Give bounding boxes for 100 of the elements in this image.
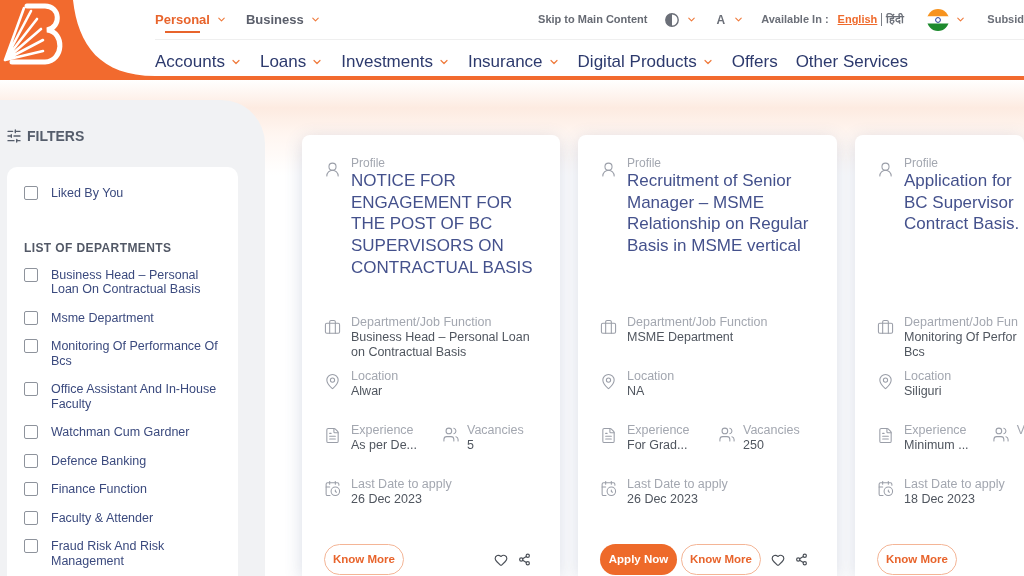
job-title[interactable]: Application for BC Supervisor Contract Basis. [904,170,1020,236]
filters-title: FILTERS [27,126,85,146]
nav-link[interactable]: Subsid [987,11,1024,28]
checkbox[interactable] [24,425,38,439]
map-pin-icon [600,373,617,390]
checkbox[interactable] [24,186,38,200]
field-value: Business Head – Personal Loan on Contractual Basis [351,330,531,360]
filter-option-label[interactable]: Business Head – Personal Loan On Contractual Basis [51,267,227,297]
field-label: Last Date to apply [351,477,452,492]
nav-menu-item[interactable]: Insurance [467,49,560,75]
chevron-down-icon [955,14,967,25]
chevron-down-icon [733,14,745,25]
section-heading: LIST OF DEPARTMENTS [24,240,173,255]
map-pin-icon [877,373,894,390]
document-icon [877,427,894,444]
map-pin-icon [324,373,341,390]
nav-menu-item[interactable]: Investments [341,49,450,75]
field-label: Experience [351,423,415,438]
nav-menu-item[interactable]: Digital Products [577,49,714,75]
field-value: Monitoring Of Perfor Bcs [904,330,1018,360]
field-label: Department/Job Fun [904,315,1018,330]
filter-option-label[interactable]: Fraud Risk And Risk Management [51,539,227,568]
filter-option-label[interactable]: Defence Banking [51,453,147,468]
logo-icon[interactable] [3,3,63,65]
filter-option-label[interactable]: Office Assistant And In-House Faculty [51,382,227,411]
people-icon [990,426,1011,443]
person-icon [600,161,617,178]
contrast-button[interactable] [665,12,698,27]
font-size-button[interactable]: A [716,10,745,29]
field-value: Minimum ... [904,438,970,453]
filter-option-label[interactable]: Finance Function [51,482,147,497]
heart-icon[interactable] [494,552,508,567]
field-label: Profile [904,156,939,170]
field-value: Siliguri [904,384,943,399]
segment-tab[interactable]: Business [245,2,321,37]
filter-option-label[interactable]: Monitoring Of Performance Of Bcs [51,339,227,368]
sliders-icon [6,128,22,144]
calendar-icon [324,480,341,497]
field-label: Location [351,369,399,384]
job-title[interactable]: Recruitment of Senior Manager – MSME Relationship on Regular Basis in MSME vertical [627,170,822,257]
language-link[interactable]: हिंदी [886,11,905,28]
filter-option-label[interactable]: Msme Department [51,310,154,325]
field-value: 26 Dec 2023 [627,492,699,507]
field-value: 5 [467,438,475,453]
filter-option-label[interactable]: Liked By You [51,186,124,201]
field-value: 26 Dec 2023 [351,492,423,507]
briefcase-icon [324,319,341,336]
job-title[interactable]: NOTICE FOR ENGAGEMENT FOR THE POST OF BC SUPERVISORS ON CONTRACTUAL BASIS [351,170,545,279]
share-icon[interactable] [795,553,808,566]
checkbox[interactable] [24,510,38,525]
field-label: Profile [627,156,662,170]
flag-button[interactable] [927,8,967,31]
field-value: 250 [743,438,765,453]
filter-option-label[interactable]: Watchman Cum Gardner [51,425,190,440]
chevron-down-icon [686,14,698,25]
nav-menu-item[interactable]: Offers [731,49,778,75]
contrast-icon [665,12,680,27]
chevron-down-icon [215,14,227,25]
briefcase-icon [600,319,617,336]
field-label: Experience [904,423,968,438]
checkbox[interactable] [24,310,38,325]
person-icon [324,161,341,178]
nav-menu-item[interactable]: Other Services [795,49,909,75]
checkbox[interactable] [24,453,38,468]
filter-option-label[interactable]: Faculty & Attender [51,510,154,525]
checkbox[interactable] [24,339,38,353]
people-icon [441,426,461,443]
nav-menu-item[interactable]: Loans [259,49,324,75]
document-icon [324,427,341,444]
field-value: As per De... [351,438,418,453]
checkbox[interactable] [24,482,38,496]
people-icon [717,426,737,443]
checkbox[interactable] [24,539,38,553]
skip-link[interactable]: Skip to Main Content [538,11,648,28]
field-label: Vacancies [467,423,524,438]
flag-icon [927,8,950,31]
checkbox[interactable] [24,267,38,282]
field-value: For Grad... [627,438,689,453]
share-icon[interactable] [518,553,531,566]
field-label: Vacancies [743,423,800,438]
field-label: Experience [627,423,691,438]
nav-menu-item[interactable]: Accounts [155,49,242,75]
field-value: Alwar [351,384,384,399]
calendar-icon [877,480,894,497]
document-icon [600,427,617,444]
field-value: MSME Department [627,330,735,345]
briefcase-icon [877,319,894,336]
available-in-label: Available In : [761,12,829,28]
field-label: Location [627,369,675,384]
person-icon [877,161,894,178]
field-value: 18 Dec 2023 [904,492,976,507]
field-label: Department/Job Function [627,315,768,330]
field-label: Profile [351,156,386,170]
checkbox[interactable] [24,382,38,396]
field-label: Location [904,369,952,384]
field-label: Last Date to apply [627,477,728,492]
calendar-icon [600,480,617,497]
field-label: Last Date to apply [904,477,1005,492]
field-value: NA [627,384,646,399]
heart-icon[interactable] [771,552,785,567]
